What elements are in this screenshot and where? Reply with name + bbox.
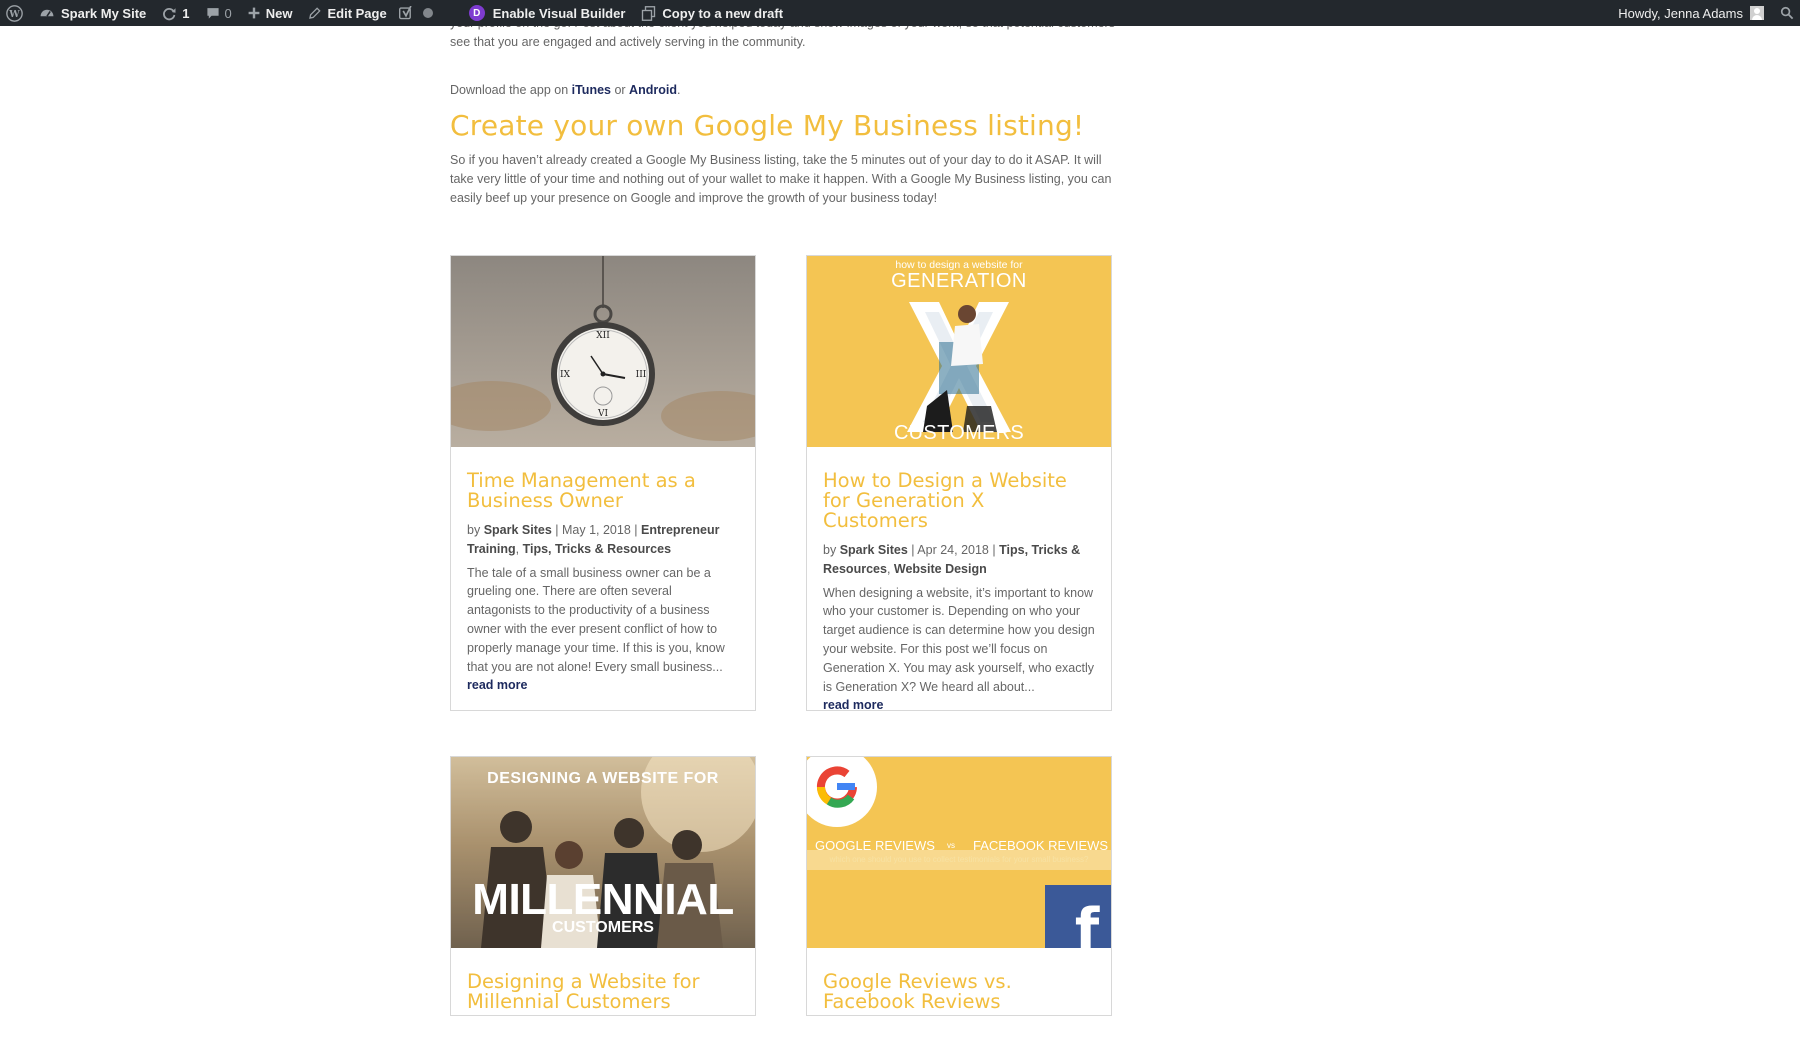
author-link[interactable]: Spark Sites xyxy=(484,523,552,537)
post-title-link[interactable]: Time Management as a Business Owner xyxy=(467,471,739,511)
copy-to-draft-button[interactable]: Copy to a new draft xyxy=(633,0,791,26)
seo-status-indicator[interactable] xyxy=(417,0,439,26)
read-more-link[interactable]: read more xyxy=(823,698,883,712)
edit-page-button[interactable]: Edit Page xyxy=(300,0,394,26)
by-label: by xyxy=(823,543,840,557)
post-title-link[interactable]: Google Reviews vs. Facebook Reviews xyxy=(823,972,1095,1012)
svg-text:f: f xyxy=(1075,897,1100,948)
category-link[interactable]: Website Design xyxy=(894,562,987,576)
plus-icon xyxy=(248,7,260,19)
yoast-icon xyxy=(398,6,413,20)
pencil-icon xyxy=(308,6,322,20)
yoast-seo-button[interactable] xyxy=(395,0,417,26)
my-account-menu[interactable]: Howdy, Jenna Adams xyxy=(1610,0,1772,26)
search-icon xyxy=(1780,6,1794,20)
visual-builder-label: Enable Visual Builder xyxy=(492,5,626,21)
admin-bar: W Spark My Site 1 0 New Edit Page D Enab… xyxy=(0,0,1800,26)
read-more-link[interactable]: read more xyxy=(467,678,527,692)
wordpress-logo-button[interactable]: W xyxy=(0,0,31,26)
comments-count: 0 xyxy=(224,5,232,21)
image-caption-right: FACEBOOK REVIEWS xyxy=(973,838,1109,853)
avatar xyxy=(1750,6,1764,20)
image-caption-title: MILLENNIAL xyxy=(472,875,734,924)
updates-icon xyxy=(162,6,177,21)
post-meta: by Spark Sites | Apr 24, 2018 | Tips, Tr… xyxy=(823,543,1081,576)
post-thumbnail-pocket-watch[interactable]: XII III VI IX xyxy=(451,256,755,447)
svg-text:VI: VI xyxy=(597,409,608,419)
svg-text:III: III xyxy=(636,370,647,380)
post-card-body: Google Reviews vs. Facebook Reviews xyxy=(807,948,1111,1038)
wordpress-logo-icon: W xyxy=(6,4,23,22)
seo-status-dot-icon xyxy=(422,8,433,18)
comments-button[interactable]: 0 xyxy=(198,0,240,26)
closing-paragraph: So if you haven’t already created a Goog… xyxy=(450,153,1112,205)
edit-page-label: Edit Page xyxy=(327,5,387,21)
svg-text:W: W xyxy=(8,8,20,19)
image-caption-left: GOOGLE REVIEWS xyxy=(815,838,935,853)
post-card-body: Designing a Website for Millennial Custo… xyxy=(451,948,755,1038)
image-caption-top: DESIGNING A WEBSITE FOR xyxy=(487,770,719,787)
dashboard-icon xyxy=(39,5,55,21)
comments-icon xyxy=(206,6,220,20)
post-card: XII III VI IX Time Management as a Busines… xyxy=(450,255,756,711)
copy-draft-label: Copy to a new draft xyxy=(662,5,784,21)
new-label: New xyxy=(265,5,293,21)
new-content-button[interactable]: New xyxy=(240,0,301,26)
post-thumbnail-generation-x[interactable]: how to design a website for GENERATION C… xyxy=(807,256,1111,447)
image-caption-bottom: CUSTOMERS xyxy=(893,422,1025,444)
site-name-menu[interactable]: Spark My Site xyxy=(31,0,154,26)
image-caption-vs: vs xyxy=(947,841,955,850)
pocket-watch-image: XII III VI IX xyxy=(451,256,755,447)
post-excerpt: When designing a website, it’s important… xyxy=(823,585,1095,694)
post-date: Apr 24, 2018 xyxy=(917,543,989,557)
post-title-link[interactable]: How to Design a Website for Generation X… xyxy=(823,471,1095,531)
greeting-label: Howdy, Jenna Adams xyxy=(1618,5,1743,21)
post-card-body: Time Management as a Business Owner by S… xyxy=(451,447,755,710)
updates-button[interactable]: 1 xyxy=(154,0,197,26)
admin-search-button[interactable] xyxy=(1772,0,1800,26)
post-card: f GOOGLE REVIEWS vs FACEBOOK REVIEWS whi… xyxy=(806,756,1112,1016)
intro-line-2: see that you are engaged and actively se… xyxy=(450,34,806,49)
author-link[interactable]: Spark Sites xyxy=(840,543,908,557)
download-app-paragraph: Download the app on iTunes or Android. xyxy=(450,81,680,100)
copy-draft-icon xyxy=(641,5,656,21)
post-meta: by Spark Sites | May 1, 2018 | Entrepren… xyxy=(467,523,720,556)
post-thumbnail-reviews[interactable]: f GOOGLE REVIEWS vs FACEBOOK REVIEWS whi… xyxy=(807,757,1111,948)
itunes-link[interactable]: iTunes xyxy=(572,83,611,97)
post-card-body: How to Design a Website for Generation X… xyxy=(807,447,1111,730)
post-thumbnail-millennial[interactable]: DESIGNING A WEBSITE FOR MILLENNIAL CUSTO… xyxy=(451,757,755,948)
android-link[interactable]: Android xyxy=(629,83,677,97)
post-card: how to design a website for GENERATION C… xyxy=(806,255,1112,712)
post-card: DESIGNING A WEBSITE FOR MILLENNIAL CUSTO… xyxy=(450,756,756,1016)
category-link[interactable]: Tips, Tricks & Resources xyxy=(523,542,671,556)
svg-text:XII: XII xyxy=(596,331,610,341)
post-excerpt: The tale of a small business owner can b… xyxy=(467,565,725,674)
image-caption-bottom: CUSTOMERS xyxy=(552,919,654,936)
image-caption-title: GENERATION xyxy=(891,270,1027,292)
enable-visual-builder-button[interactable]: D Enable Visual Builder xyxy=(461,0,634,26)
by-label: by xyxy=(467,523,484,537)
download-or: or xyxy=(610,83,630,97)
post-title-link[interactable]: Designing a Website for Millennial Custo… xyxy=(467,972,739,1012)
image-caption-sub: which one should you use to collect test… xyxy=(829,855,1089,864)
svg-text:IX: IX xyxy=(560,370,571,380)
section-heading: Create your own Google My Business listi… xyxy=(450,109,1085,142)
updates-count: 1 xyxy=(182,5,190,21)
site-name-label: Spark My Site xyxy=(61,5,147,21)
download-prefix: Download the app on xyxy=(450,83,572,97)
download-suffix: . xyxy=(676,83,681,97)
post-date: May 1, 2018 xyxy=(561,523,631,537)
divi-logo-icon: D xyxy=(468,5,485,21)
